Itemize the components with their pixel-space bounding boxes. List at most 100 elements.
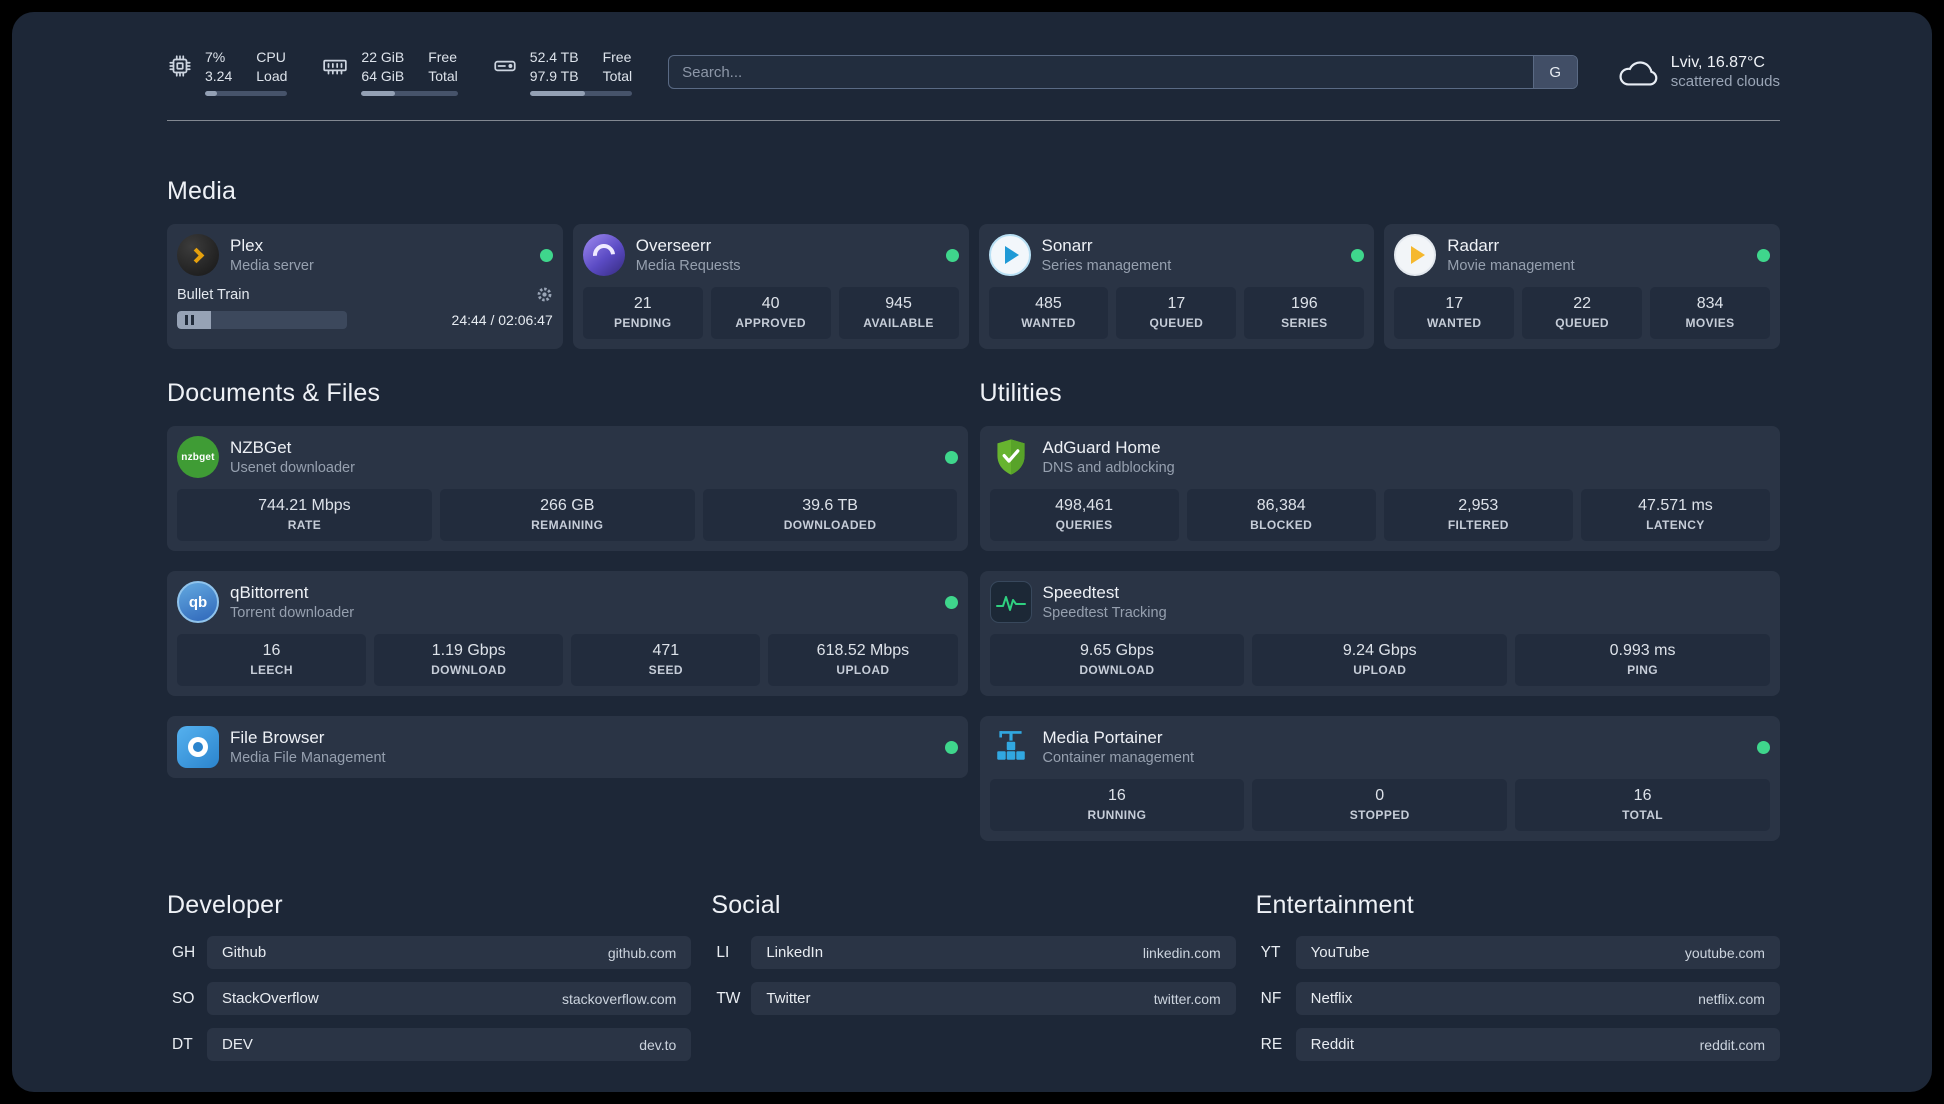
bookmark-stackoverflow[interactable]: SO StackOverflow stackoverflow.com — [167, 982, 692, 1016]
bookmark-group-entertainment: Entertainment YT YouTube youtube.com NF … — [1256, 891, 1780, 1074]
disk-widget: 52.4 TB Free 97.9 TB Total — [492, 48, 633, 97]
service-name: Overseerr — [635, 236, 712, 256]
service-card-nzbget[interactable]: nzbget NZBGet Usenet downloader 744.21 M… — [167, 426, 968, 552]
bookmark-url: twitter.com — [1153, 990, 1221, 1007]
service-card-portainer[interactable]: Media Portainer Container management 16 R… — [979, 716, 1780, 842]
bookmark-url: dev.to — [639, 1036, 677, 1053]
stat-filtered: 2,953 FILTERED — [1383, 489, 1573, 542]
memory-total-label: Total — [428, 68, 458, 85]
service-name: Media Portainer — [1042, 728, 1163, 748]
memory-free-label: Free — [428, 49, 458, 65]
player-progress-bar[interactable] — [177, 311, 347, 330]
portainer-icon — [990, 726, 1032, 768]
speedtest-icon — [989, 581, 1032, 624]
service-desc: Container management — [1042, 750, 1195, 767]
cpu-usage-bar — [205, 91, 288, 97]
cpu-usage-bar-fill — [205, 91, 218, 97]
player-settings-icon[interactable] — [536, 286, 553, 303]
player-time: 24:44 / 02:06:47 — [451, 312, 553, 329]
adguard-icon — [990, 436, 1032, 478]
service-name: Speedtest — [1042, 583, 1120, 603]
stat-seed: 471 SEED — [571, 634, 761, 687]
stat-latency: 47.571 ms LATENCY — [1580, 489, 1770, 542]
service-card-sonarr[interactable]: Sonarr Series management 485 WANTED 17 QUE… — [978, 224, 1375, 350]
service-card-filebrowser[interactable]: File Browser Media File Management — [167, 716, 968, 779]
service-card-plex[interactable]: Plex Media server Bullet Train 24:44 / 0… — [167, 224, 563, 350]
service-desc: Media server — [230, 258, 314, 275]
bookmark-abbr: NF — [1260, 989, 1282, 1007]
memory-free-value: 22 GiB — [361, 49, 405, 65]
service-card-overseerr[interactable]: Overseerr Media Requests 21 PENDING 40 APP… — [572, 224, 969, 350]
disk-total-value: 97.9 TB — [529, 68, 579, 85]
cpu-icon — [169, 55, 191, 77]
stat-queued: 17 QUEUED — [1116, 287, 1237, 340]
bookmark-twitter[interactable]: TW Twitter twitter.com — [711, 982, 1236, 1016]
bookmark-group-developer: Developer GH Github github.com SO StackO… — [167, 891, 692, 1074]
bookmark-youtube[interactable]: YT YouTube youtube.com — [1256, 936, 1780, 970]
radarr-icon — [1394, 234, 1437, 277]
pause-icon[interactable] — [185, 315, 194, 326]
bookmark-linkedin[interactable]: LI LinkedIn linkedin.com — [711, 936, 1236, 970]
bookmark-name: Netflix — [1310, 990, 1353, 1008]
bookmark-dev[interactable]: DT DEV dev.to — [167, 1028, 692, 1062]
stat-rate: 744.21 Mbps RATE — [177, 489, 432, 542]
stat-movies: 834 MOVIES — [1650, 287, 1771, 340]
bookmark-abbr: LI — [716, 943, 730, 961]
bookmark-reddit[interactable]: RE Reddit reddit.com — [1256, 1028, 1780, 1062]
bookmark-name: Github — [222, 944, 267, 962]
service-desc: Torrent downloader — [230, 605, 355, 622]
disk-icon — [494, 60, 516, 72]
service-card-radarr[interactable]: Radarr Movie management 17 WANTED 22 QUEUE… — [1384, 224, 1780, 350]
service-name: File Browser — [230, 728, 325, 748]
stat-ping: 0.993 ms PING — [1515, 634, 1770, 687]
stat-pending: 21 PENDING — [582, 287, 703, 340]
bookmark-url: linkedin.com — [1142, 944, 1221, 961]
nzbget-icon: nzbget — [177, 436, 219, 479]
memory-total-value: 64 GiB — [361, 68, 405, 85]
status-dot — [1351, 248, 1365, 262]
stat-stopped: 0 STOPPED — [1252, 779, 1508, 832]
dashboard-panel: 7% CPU 3.24 Load 22 GiB Free 64 GiB Tota… — [12, 12, 1932, 1092]
bookmark-abbr: TW — [716, 989, 741, 1007]
bookmark-github[interactable]: GH Github github.com — [167, 936, 692, 970]
bookmark-url: stackoverflow.com — [561, 990, 677, 1007]
status-dot — [944, 595, 958, 609]
status-dot — [1757, 248, 1770, 262]
section-utilities: Utilities AdGuard Home DNS and adblockin… — [979, 379, 1780, 842]
stat-wanted: 485 WANTED — [988, 287, 1109, 340]
stat-approved: 40 APPROVED — [710, 287, 831, 340]
bookmark-name: StackOverflow — [222, 990, 319, 1008]
filebrowser-icon — [177, 726, 219, 769]
service-card-qbittorrent[interactable]: qb qBittorrent Torrent downloader 16 LEEC… — [167, 571, 968, 697]
section-title-utilities: Utilities — [979, 379, 1062, 408]
search-input[interactable] — [669, 56, 1533, 89]
service-desc: Speedtest Tracking — [1042, 605, 1167, 622]
bookmark-netflix[interactable]: NF Netflix netflix.com — [1256, 982, 1780, 1016]
bookmark-abbr: GH — [172, 943, 196, 961]
bookmark-abbr: RE — [1260, 1035, 1283, 1053]
bookmark-abbr: SO — [172, 989, 195, 1007]
cpu-load-value: 3.24 — [205, 68, 233, 85]
stat-download: 1.19 Gbps DOWNLOAD — [374, 634, 564, 687]
stat-series: 196 SERIES — [1244, 287, 1365, 340]
service-desc: Media Requests — [635, 258, 741, 275]
status-dot — [945, 248, 959, 262]
service-desc: Usenet downloader — [230, 460, 355, 477]
bookmark-url: netflix.com — [1698, 990, 1765, 1007]
plex-media-player: Bullet Train 24:44 / 02:06:47 — [177, 286, 553, 330]
memory-widget: 22 GiB Free 64 GiB Total — [321, 48, 458, 97]
stat-downloaded: 39.6 TB DOWNLOADED — [702, 489, 958, 542]
qbittorrent-icon: qb — [177, 581, 219, 624]
disk-free-label: Free — [602, 49, 632, 65]
cpu-load-label: Load — [256, 68, 288, 85]
stat-remaining: 266 GB REMAINING — [439, 489, 695, 542]
service-card-speedtest[interactable]: Speedtest Speedtest Tracking 9.65 Gbps DO… — [979, 571, 1780, 697]
bookmark-name: LinkedIn — [766, 944, 824, 962]
section-documents: Documents & Files nzbget NZBGet Usenet d… — [167, 379, 968, 841]
service-card-adguard[interactable]: AdGuard Home DNS and adblocking 498,461 Q… — [979, 426, 1780, 552]
status-dot — [944, 740, 958, 754]
bookmark-url: youtube.com — [1684, 944, 1765, 961]
bookmark-abbr: YT — [1260, 943, 1281, 961]
search-provider-button[interactable]: G — [1532, 56, 1577, 89]
service-name: NZBGet — [230, 438, 292, 458]
